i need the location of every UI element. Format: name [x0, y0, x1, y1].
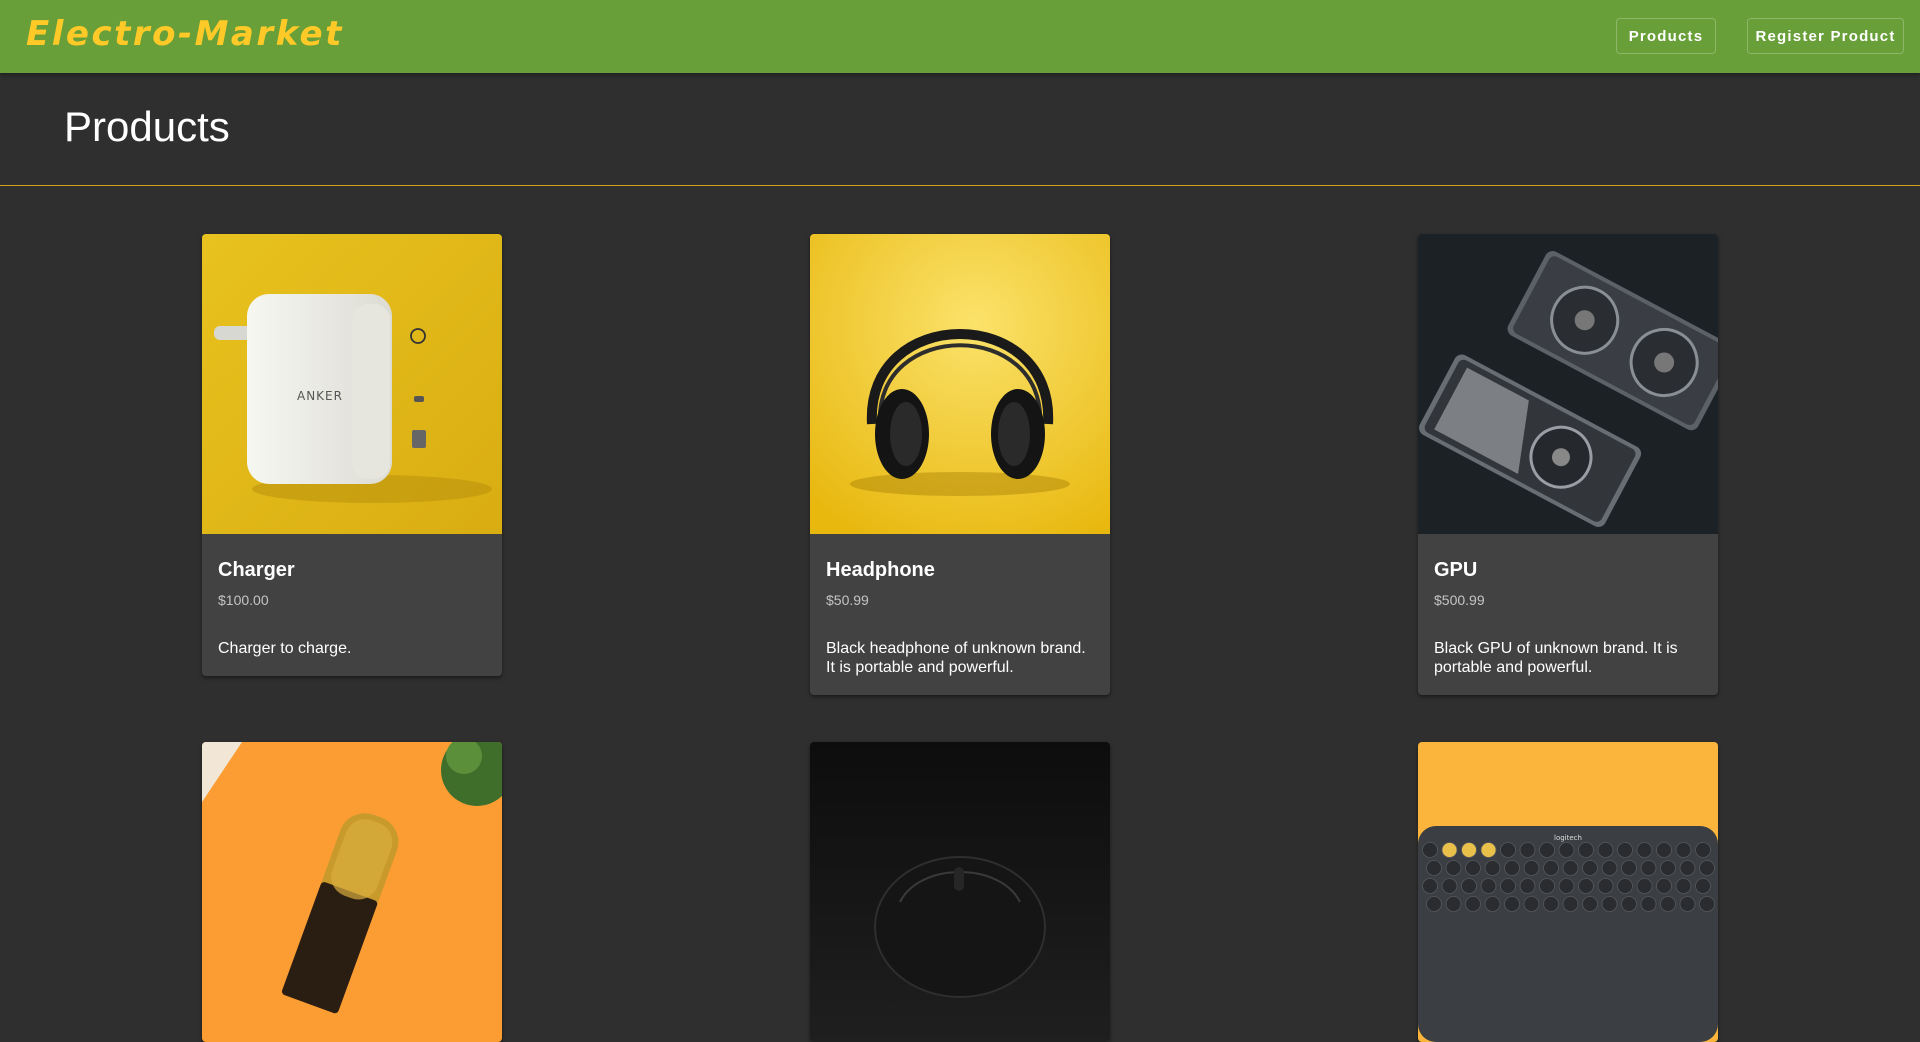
product-description: Black GPU of unknown brand. It is portab…: [1434, 640, 1678, 676]
product-image-mouse: [810, 742, 1110, 1042]
svg-text:logitech: logitech: [1554, 834, 1582, 842]
product-card-headphone[interactable]: Headphone $50.99 Black headphone of unkn…: [810, 234, 1110, 695]
product-price: $50.99: [826, 592, 869, 608]
product-card-microphone[interactable]: [202, 742, 502, 1042]
title-divider: [0, 185, 1920, 186]
product-price: $500.99: [1434, 592, 1485, 608]
product-card-charger[interactable]: ANKER Charger $100.00 Charger to charge.: [202, 234, 502, 676]
product-description: Black headphone of unknown brand. It is …: [826, 640, 1086, 676]
product-card-gpu[interactable]: GPU $500.99 Black GPU of unknown brand. …: [1418, 234, 1718, 695]
product-image-charger: ANKER: [202, 234, 502, 534]
page-title: Products: [64, 103, 230, 150]
product-image-keyboard: logitech: [1418, 742, 1718, 1042]
product-name: GPU: [1434, 559, 1478, 581]
product-image-microphone: [202, 742, 502, 1042]
svg-text:ANKER: ANKER: [297, 389, 343, 403]
nav-register-product-button[interactable]: Register Product: [1747, 18, 1904, 54]
product-name: Charger: [218, 559, 295, 581]
product-image-headphone: [810, 234, 1110, 534]
product-name: Headphone: [826, 559, 935, 581]
product-image-gpu: [1418, 234, 1718, 534]
product-price: $100.00: [218, 592, 269, 608]
product-card-mouse[interactable]: [810, 742, 1110, 1042]
nav-products-button[interactable]: Products: [1616, 18, 1716, 54]
brand-logo[interactable]: Electro-Market: [26, 14, 344, 54]
product-description: Charger to charge.: [218, 640, 352, 657]
product-card-keyboard[interactable]: logitech: [1418, 742, 1718, 1042]
top-app-bar: Electro-Market Products Register Product: [0, 0, 1920, 73]
